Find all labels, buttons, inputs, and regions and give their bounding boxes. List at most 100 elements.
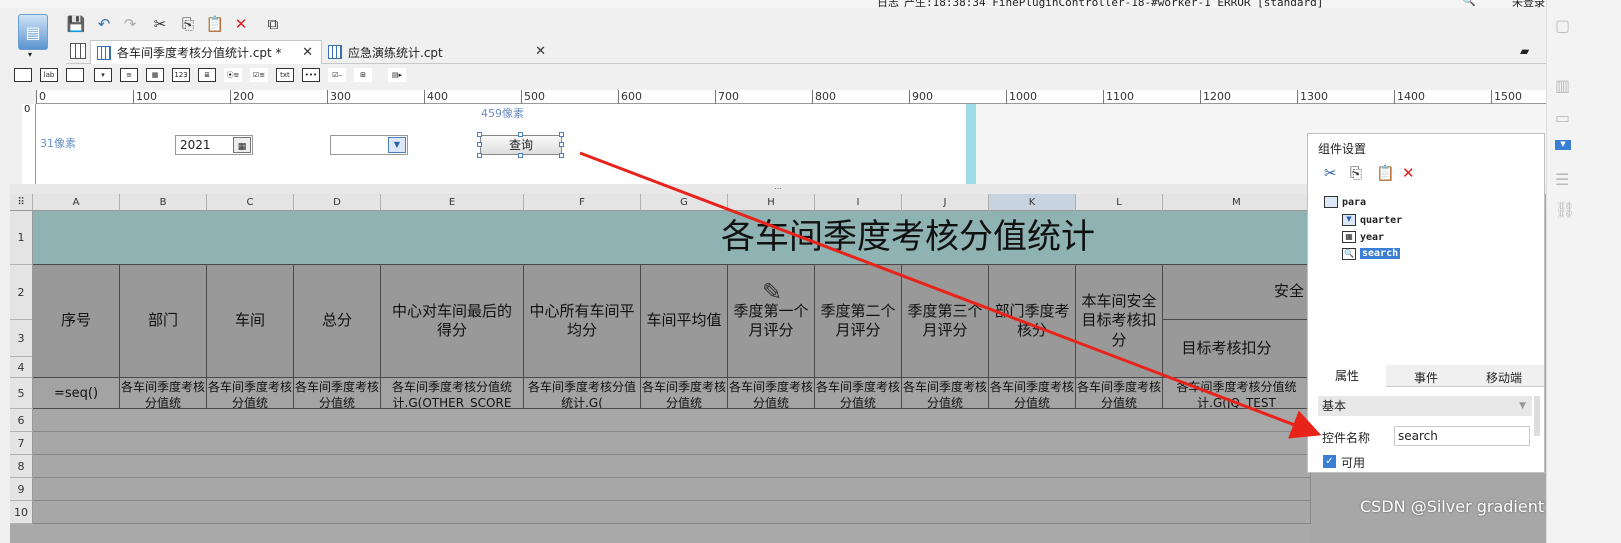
column-header[interactable]: C bbox=[207, 194, 294, 211]
search-icon[interactable]: 🔍 bbox=[1462, 0, 1476, 7]
row-header[interactable]: 10 bbox=[10, 501, 33, 524]
login-status[interactable]: 未登录 bbox=[1512, 0, 1545, 8]
empty-row[interactable] bbox=[33, 478, 1311, 501]
header-cell-dept[interactable]: 部门 bbox=[120, 265, 207, 378]
preview-icon[interactable]: ⧉ bbox=[263, 14, 283, 34]
resize-handle[interactable] bbox=[518, 153, 523, 158]
formula-cell[interactable]: 各车间季度考核分值统 bbox=[294, 378, 381, 409]
paste-icon[interactable]: 📋 bbox=[1376, 164, 1395, 182]
resize-handle[interactable] bbox=[559, 132, 564, 137]
header-cell-center-score[interactable]: 中心对车间最后的得分 bbox=[381, 265, 524, 378]
row-header[interactable]: 2 bbox=[10, 265, 33, 320]
resize-handle[interactable] bbox=[559, 142, 564, 147]
column-header[interactable]: E bbox=[381, 194, 524, 211]
textbox-icon[interactable] bbox=[66, 68, 84, 82]
app-logo[interactable]: ▤ bbox=[18, 14, 48, 50]
section-basic[interactable]: 基本 ▼ bbox=[1318, 396, 1532, 416]
label-widget-icon[interactable] bbox=[14, 68, 32, 82]
widget-settings-icon[interactable]: ▼ bbox=[1555, 140, 1571, 150]
header-cell-total[interactable]: 总分 bbox=[294, 265, 381, 378]
formula-cell[interactable]: 各车间季度考核分值统计.G( bbox=[524, 378, 641, 409]
header-cell-month-2[interactable]: 季度第二个月评分 bbox=[815, 265, 902, 378]
calendar-icon[interactable]: ▦ bbox=[233, 137, 251, 153]
formula-cell[interactable]: 各车间季度考核分值统 bbox=[902, 378, 989, 409]
list-icon[interactable]: ≡ bbox=[120, 68, 138, 82]
textarea-icon[interactable]: ≣ bbox=[198, 68, 216, 82]
dropdown-icon[interactable]: ▾ bbox=[94, 68, 112, 82]
tab-report-2[interactable]: 应急演练统计.cpt ✕ bbox=[322, 40, 554, 64]
resize-handle[interactable] bbox=[477, 153, 482, 158]
header-cell-workshop-avg[interactable]: 车间平均值 bbox=[641, 265, 728, 378]
enabled-checkbox[interactable]: ✓ bbox=[1323, 455, 1336, 468]
row-header[interactable]: 8 bbox=[10, 455, 33, 478]
formula-cell[interactable]: =seq() bbox=[33, 378, 120, 409]
condition-icon[interactable]: ☰ bbox=[1555, 170, 1569, 189]
password-icon[interactable]: ••• bbox=[302, 68, 320, 82]
close-icon[interactable]: ✕ bbox=[302, 45, 313, 60]
close-icon[interactable]: ✕ bbox=[535, 44, 546, 59]
cut-icon[interactable]: ✂ bbox=[1324, 164, 1337, 182]
tab-properties[interactable]: 属性 bbox=[1308, 365, 1386, 387]
formula-cell[interactable]: 各车间季度考核分值统 bbox=[641, 378, 728, 409]
tree-node-para[interactable]: para bbox=[1342, 197, 1366, 208]
header-cell-month-3[interactable]: 季度第三个月评分 bbox=[902, 265, 989, 378]
year-date-widget[interactable]: 2021 ▦ bbox=[175, 135, 253, 155]
header-cell-workshop[interactable]: 车间 bbox=[207, 265, 294, 378]
empty-row[interactable] bbox=[33, 501, 1311, 524]
header-cell-dept-quarter[interactable]: 部门季度考核分 bbox=[989, 265, 1076, 378]
parameter-pane-boundary[interactable] bbox=[966, 104, 976, 184]
resize-handle[interactable] bbox=[559, 153, 564, 158]
header-cell-safety-group[interactable]: 安全 bbox=[1163, 265, 1311, 320]
formula-cell[interactable]: 各车间季度考核分值统 bbox=[815, 378, 902, 409]
formula-cell[interactable]: 各车间季度考核分值统 bbox=[207, 378, 294, 409]
row-header[interactable]: 1 bbox=[10, 211, 33, 265]
empty-row[interactable] bbox=[33, 432, 1311, 455]
copy-icon[interactable]: ⎘ bbox=[178, 14, 198, 34]
cell-attr-icon[interactable]: ▢ bbox=[1555, 16, 1570, 35]
log-label[interactable]: 日志 bbox=[877, 0, 899, 8]
delete-icon[interactable]: ✕ bbox=[231, 14, 251, 34]
chevron-down-icon[interactable]: ▼ bbox=[1519, 396, 1526, 416]
checkbox-group-icon[interactable]: ☑≡ bbox=[250, 68, 268, 82]
tree-node-search-selected[interactable]: search bbox=[1360, 248, 1401, 259]
header-cell-safety-deduct[interactable]: 本车间安全目标考核扣分 bbox=[1076, 265, 1163, 378]
empty-row[interactable] bbox=[33, 409, 1311, 432]
row-header[interactable]: 5 bbox=[10, 378, 33, 409]
header-cell-target-deduct[interactable]: 目标考核扣分 bbox=[1163, 320, 1311, 378]
query-button[interactable]: 查询 bbox=[480, 135, 562, 155]
checkbox-icon[interactable]: ☑– bbox=[328, 68, 346, 82]
text-label-icon[interactable]: lab bbox=[40, 68, 58, 82]
radio-group-icon[interactable]: ⦿≡ bbox=[224, 68, 242, 82]
row-header[interactable]: 9 bbox=[10, 478, 33, 501]
link-icon[interactable]: ⛓ bbox=[1555, 200, 1575, 219]
quarter-combo-widget[interactable]: ▼ bbox=[330, 135, 408, 155]
column-header[interactable]: B bbox=[120, 194, 207, 211]
chevron-down-icon[interactable]: ▼ bbox=[388, 137, 406, 153]
formula-cell[interactable]: 各车间季度考核分值统 bbox=[1076, 378, 1163, 409]
column-header[interactable]: H bbox=[728, 194, 815, 211]
formula-cell[interactable]: 各车间季度考核分值统 bbox=[989, 378, 1076, 409]
copy-icon[interactable]: ⎘ bbox=[1350, 164, 1362, 182]
date-icon[interactable]: ▦ bbox=[146, 68, 164, 82]
formula-cell[interactable]: 各车间季度考核分值统 bbox=[728, 378, 815, 409]
formula-cell[interactable]: 各车间季度考核分值统 bbox=[120, 378, 207, 409]
column-header[interactable]: L bbox=[1076, 194, 1163, 211]
row-header[interactable]: 4 bbox=[10, 357, 33, 378]
column-header[interactable]: I bbox=[815, 194, 902, 211]
tree-node-year[interactable]: year bbox=[1360, 232, 1384, 243]
title-cell[interactable]: 各车间季度考核分值统计 bbox=[33, 211, 1311, 265]
resize-handle[interactable] bbox=[518, 132, 523, 137]
number-icon[interactable]: 123 bbox=[172, 68, 190, 82]
column-header[interactable]: G bbox=[641, 194, 728, 211]
widget-name-input[interactable]: search bbox=[1394, 426, 1530, 446]
tab-report-1[interactable]: 各车间季度考核分值统计.cpt * ✕ bbox=[90, 40, 322, 64]
tab-menu-icon[interactable]: ▰ bbox=[1520, 44, 1529, 58]
header-cell-center-avg[interactable]: 中心所有车间平均分 bbox=[524, 265, 641, 378]
more-widgets-icon[interactable]: ▤▸ bbox=[388, 68, 406, 82]
scrollbar[interactable] bbox=[1534, 396, 1540, 436]
select-all-corner[interactable]: ⠿ bbox=[10, 194, 33, 211]
column-header[interactable]: F bbox=[524, 194, 641, 211]
row-header[interactable]: 3 bbox=[10, 320, 33, 357]
cut-icon[interactable]: ✂ bbox=[150, 14, 170, 34]
format-icon[interactable]: ▥ bbox=[1555, 76, 1570, 95]
